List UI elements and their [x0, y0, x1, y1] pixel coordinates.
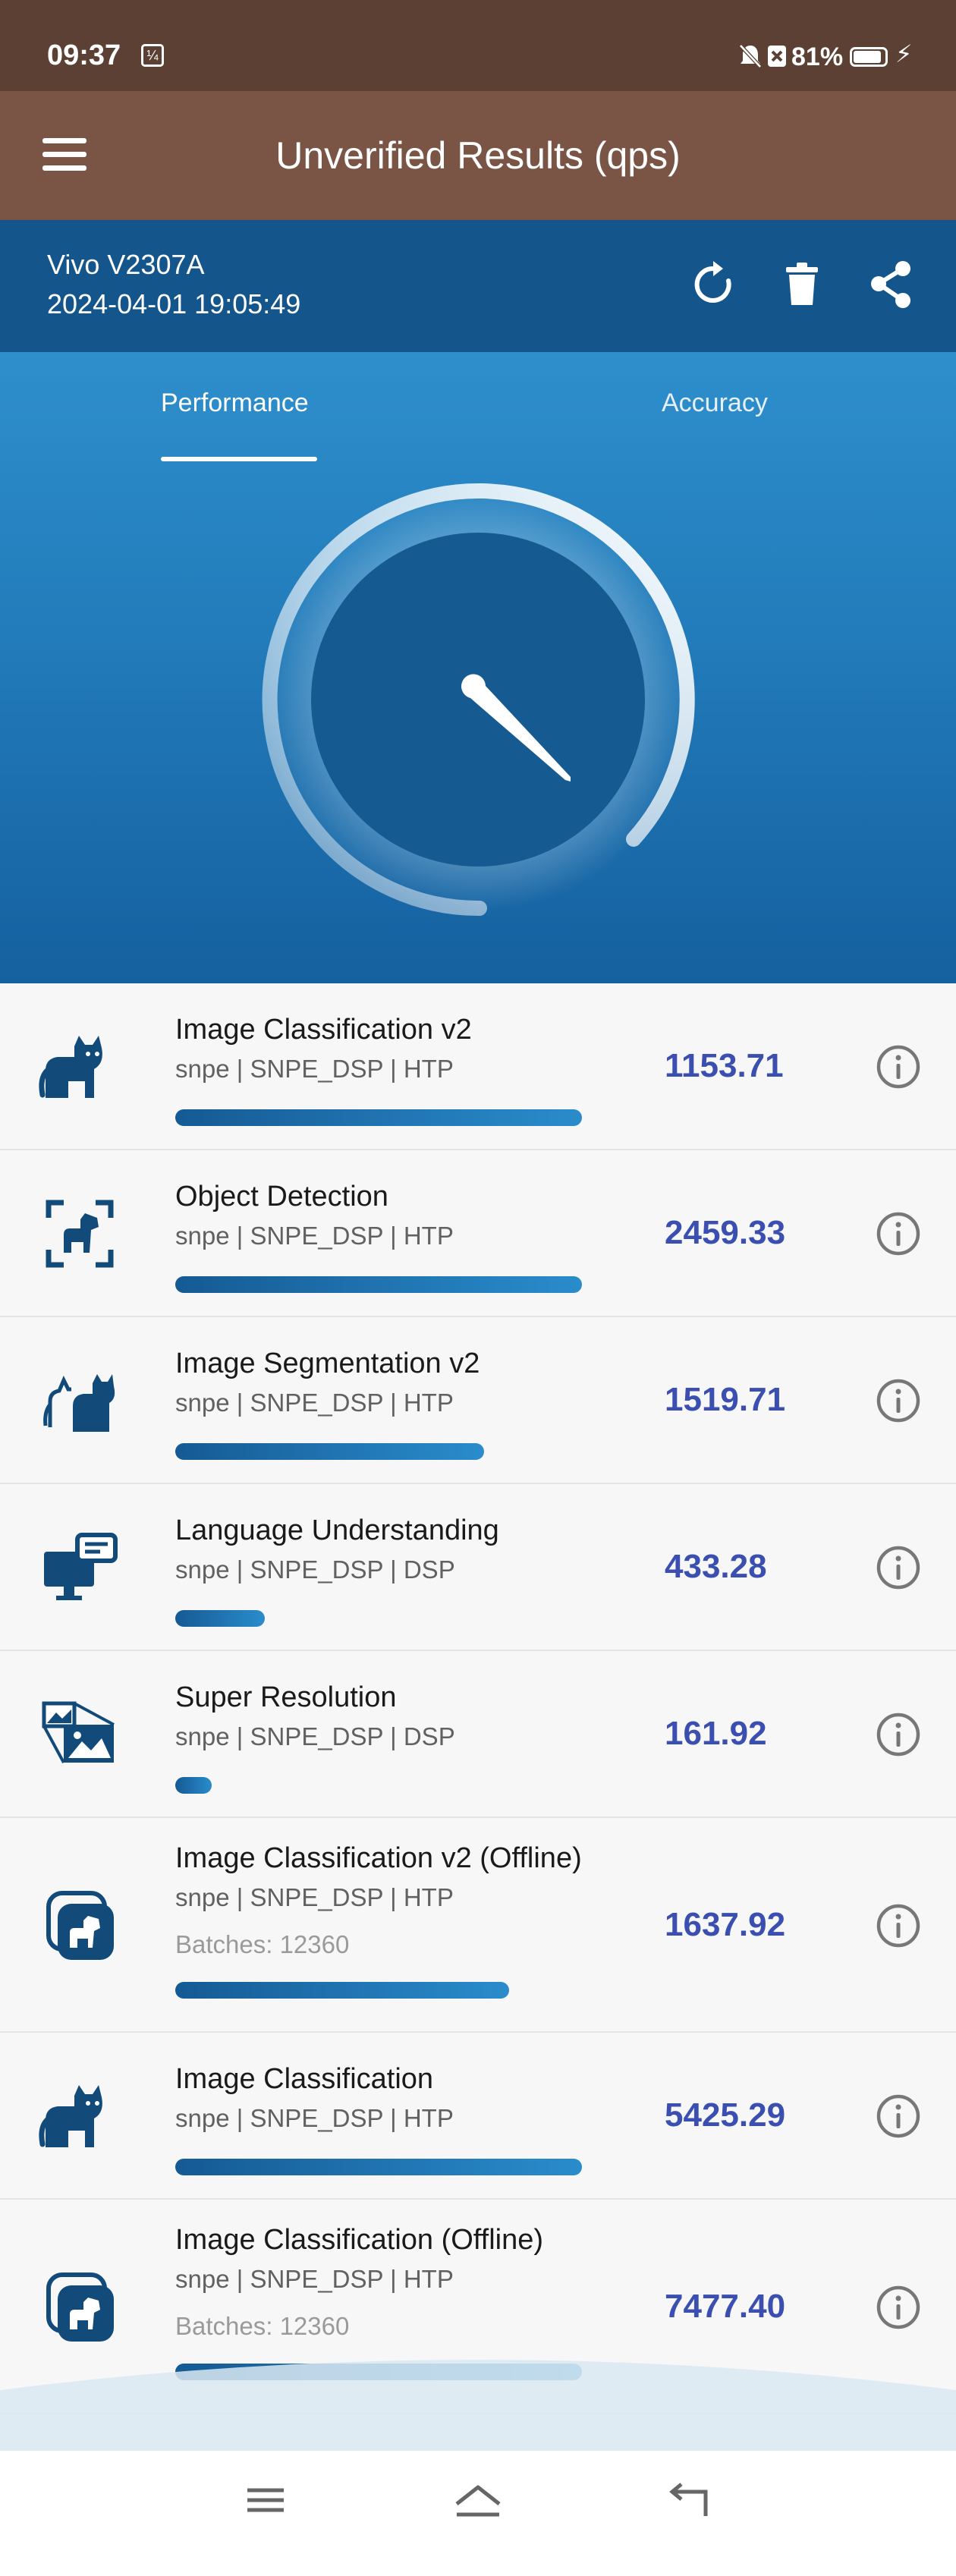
score-progress-bar [175, 1443, 484, 1460]
benchmark-name: Image Classification (Offline) [175, 2224, 544, 2256]
benchmark-name: Super Resolution [175, 1681, 397, 1713]
performance-gauge [262, 483, 695, 917]
no-sim-icon [768, 46, 786, 67]
benchmark-name: Image Classification v2 (Offline) [175, 1842, 582, 1874]
delete-icon[interactable] [775, 258, 829, 311]
score-progress-bar [175, 1276, 582, 1293]
app-notification-icon: ¼ [141, 44, 164, 67]
score-progress-bar [175, 1777, 212, 1794]
score-progress-bar [175, 2159, 582, 2175]
performance-hero: Performance Accuracy [0, 352, 956, 983]
result-row[interactable]: Super Resolution snpe | SNPE_DSP | DSP 161… [0, 1651, 956, 1818]
back-icon[interactable] [660, 2474, 721, 2527]
segmentation-icon [38, 1359, 121, 1442]
result-row[interactable]: Language Understanding snpe | SNPE_DSP | … [0, 1484, 956, 1651]
benchmark-score: 433.28 [665, 1548, 767, 1585]
result-row[interactable]: Image Classification v2 (Offline) snpe | … [0, 1818, 956, 2033]
battery-percent: 81% [791, 42, 844, 71]
benchmark-score: 1519.71 [665, 1381, 786, 1418]
result-row[interactable]: Image Segmentation v2 snpe | SNPE_DSP | H… [0, 1317, 956, 1484]
benchmark-score: 1153.71 [665, 1047, 784, 1084]
benchmark-backend: snpe | SNPE_DSP | HTP [175, 1055, 454, 1083]
home-icon[interactable] [448, 2474, 508, 2527]
cat-icon [38, 1025, 121, 1109]
benchmark-backend: snpe | SNPE_DSP | DSP [175, 1722, 455, 1750]
info-icon[interactable] [874, 1710, 923, 1759]
dog-detection-icon [38, 1192, 121, 1275]
charging-icon: ⚡ [895, 40, 913, 68]
info-icon[interactable] [874, 1543, 923, 1592]
benchmark-name: Image Segmentation v2 [175, 1348, 480, 1379]
info-icon[interactable] [874, 1043, 923, 1091]
status-bar: 09:37 ¼ 81% ⚡ [0, 0, 956, 91]
benchmark-name: Image Classification [175, 2063, 434, 2095]
result-row[interactable]: Object Detection snpe | SNPE_DSP | HTP 245… [0, 1150, 956, 1317]
benchmark-score: 7477.40 [665, 2287, 786, 2325]
info-icon[interactable] [874, 1376, 923, 1425]
score-progress-bar [175, 1982, 509, 1999]
benchmark-score: 2459.33 [665, 1214, 786, 1251]
benchmark-score: 5425.29 [665, 2096, 786, 2134]
bottom-wave [0, 2360, 956, 2451]
benchmark-batches: Batches: 12360 [175, 2312, 350, 2340]
benchmark-batches: Batches: 12360 [175, 1930, 350, 1958]
system-nav-bar [0, 2451, 956, 2576]
recents-icon[interactable] [235, 2474, 296, 2527]
benchmark-backend: snpe | SNPE_DSP | HTP [175, 2265, 454, 2293]
benchmark-backend: snpe | SNPE_DSP | HTP [175, 1222, 454, 1250]
result-row[interactable]: Image Classification snpe | SNPE_DSP | HT… [0, 2033, 956, 2200]
device-header: Vivo V2307A 2024-04-01 19:05:49 [0, 220, 956, 352]
benchmark-backend: snpe | SNPE_DSP | HTP [175, 1389, 454, 1417]
tab-performance[interactable]: Performance [161, 388, 309, 418]
result-row[interactable]: Image Classification v2 snpe | SNPE_DSP |… [0, 983, 956, 1150]
app-bar: Unverified Results (qps) [0, 91, 956, 220]
dog-stack-icon [38, 1884, 121, 1967]
benchmark-name: Language Understanding [175, 1514, 499, 1546]
share-icon[interactable] [865, 258, 918, 311]
results-list: Image Classification v2 snpe | SNPE_DSP |… [0, 983, 956, 2414]
dog-stack-icon [38, 2266, 121, 2349]
computer-chat-icon [38, 1526, 121, 1609]
benchmark-score: 161.92 [665, 1715, 767, 1752]
score-progress-bar [175, 1109, 582, 1126]
result-timestamp: 2024-04-01 19:05:49 [47, 288, 301, 319]
bell-off-icon [739, 44, 762, 68]
benchmark-name: Object Detection [175, 1181, 388, 1213]
info-icon[interactable] [874, 2092, 923, 2140]
battery-icon [850, 47, 888, 67]
info-icon[interactable] [874, 1901, 923, 1950]
info-icon[interactable] [874, 2283, 923, 2332]
status-time: 09:37 [47, 39, 121, 71]
benchmark-score: 1637.92 [665, 1905, 786, 1943]
page-title: Unverified Results (qps) [275, 134, 681, 177]
cat-icon [38, 2074, 121, 2158]
active-tab-indicator [161, 457, 317, 461]
tab-accuracy[interactable]: Accuracy [662, 388, 768, 418]
benchmark-name: Image Classification v2 [175, 1014, 472, 1046]
benchmark-backend: snpe | SNPE_DSP | HTP [175, 2104, 454, 2132]
refresh-icon[interactable] [687, 258, 740, 311]
info-icon[interactable] [874, 1209, 923, 1258]
score-progress-bar [175, 1610, 265, 1627]
device-name: Vivo V2307A [47, 249, 205, 280]
image-upscale-icon [38, 1693, 121, 1776]
benchmark-backend: snpe | SNPE_DSP | HTP [175, 1883, 454, 1911]
benchmark-backend: snpe | SNPE_DSP | DSP [175, 1555, 455, 1584]
